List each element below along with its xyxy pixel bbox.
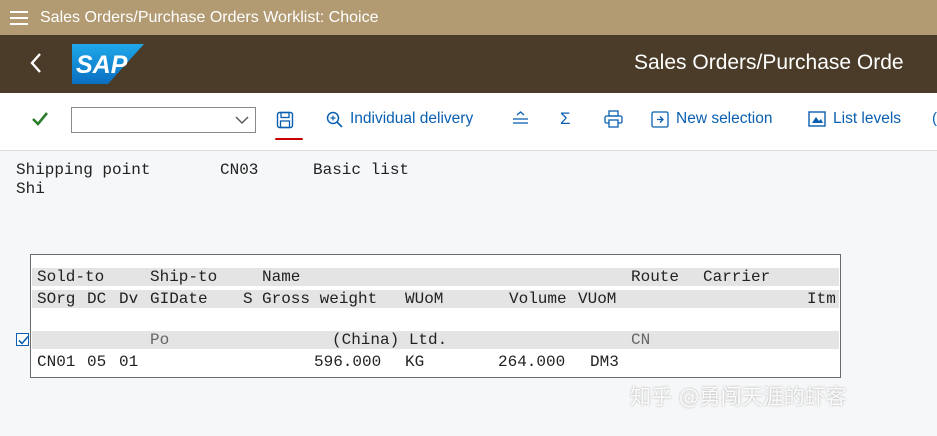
shipping-point-label: Shipping point bbox=[16, 161, 151, 179]
col-status: S bbox=[243, 290, 253, 308]
application-toolbar: Individual delivery Σ New selection List… bbox=[0, 93, 937, 151]
menu-icon[interactable] bbox=[10, 10, 28, 25]
col-sold-to: Sold-to bbox=[37, 268, 105, 286]
col-ship-to: Ship-to bbox=[150, 268, 218, 286]
save-highlight-underline bbox=[275, 138, 303, 140]
align-icon bbox=[513, 111, 528, 124]
watermark: 知乎 @勇闯天涯的虾客 bbox=[630, 385, 847, 409]
window-title-bar: Sales Orders/Purchase Orders Worklist: C… bbox=[0, 0, 937, 35]
col-carrier: Carrier bbox=[703, 268, 771, 286]
magnifier-icon bbox=[326, 111, 343, 128]
col-dc: DC bbox=[87, 290, 107, 308]
row-volume: 264.000 bbox=[498, 353, 566, 371]
list-levels-icon bbox=[808, 111, 826, 127]
command-combo-box[interactable] bbox=[71, 107, 256, 133]
new-selection-button[interactable]: New selection bbox=[651, 110, 773, 128]
col-name: Name bbox=[262, 268, 301, 286]
list-levels-button[interactable]: List levels bbox=[808, 110, 901, 128]
row-dv: 01 bbox=[119, 353, 139, 371]
col-sorg: SOrg bbox=[37, 290, 76, 308]
row-select-checkbox[interactable] bbox=[16, 333, 29, 346]
row-wuom: KG bbox=[405, 353, 425, 371]
chevron-left-icon bbox=[30, 53, 41, 73]
col-gidate: GIDate bbox=[150, 290, 208, 308]
list-type-label: Basic list bbox=[313, 161, 410, 179]
row-name: (China) Ltd. bbox=[332, 331, 448, 349]
col-route: Route bbox=[631, 268, 680, 286]
col-wuom: WUoM bbox=[405, 290, 444, 308]
col-itm: Itm bbox=[807, 290, 836, 308]
col-vuom: VUoM bbox=[578, 290, 617, 308]
col-volume: Volume bbox=[509, 290, 567, 308]
result-list: Sold-to Ship-to Name Route Carrier SOrg … bbox=[30, 254, 841, 378]
sum-icon: Σ bbox=[560, 109, 571, 128]
row-vuom: DM3 bbox=[590, 353, 619, 371]
save-icon bbox=[276, 111, 294, 129]
back-button[interactable] bbox=[30, 52, 42, 74]
header-row2-fragment: Shi bbox=[16, 180, 45, 194]
row-route: CN bbox=[631, 331, 651, 349]
checkbox-check-icon bbox=[18, 335, 29, 345]
new-selection-label: New selection bbox=[676, 110, 773, 127]
shipping-point-value: CN03 bbox=[220, 161, 259, 179]
column-header-row-2: SOrg DC Dv GIDate S Gross weight WUoM Vo… bbox=[32, 290, 839, 308]
execute-button[interactable] bbox=[31, 111, 49, 132]
more-button-edge[interactable]: ( bbox=[932, 110, 937, 127]
list-levels-label: List levels bbox=[833, 110, 902, 127]
row-sorg: CN01 bbox=[37, 353, 76, 371]
printer-icon bbox=[604, 110, 623, 128]
shell-header: SAP Sales Orders/Purchase Orde bbox=[0, 35, 937, 93]
individual-delivery-button[interactable]: Individual delivery bbox=[326, 110, 473, 128]
new-selection-icon bbox=[651, 110, 669, 128]
col-gross-weight: Gross weight bbox=[262, 290, 378, 308]
save-button[interactable] bbox=[276, 111, 294, 134]
sum-button[interactable]: Σ bbox=[560, 109, 571, 129]
svg-text:SAP: SAP bbox=[76, 51, 128, 79]
individual-delivery-label: Individual delivery bbox=[350, 110, 474, 127]
window-title: Sales Orders/Purchase Orders Worklist: C… bbox=[40, 8, 379, 26]
table-row[interactable]: Po (China) Ltd. CN bbox=[32, 331, 839, 349]
column-header-row-1: Sold-to Ship-to Name Route Carrier bbox=[32, 268, 839, 286]
checkmark-icon bbox=[32, 112, 49, 126]
row-ship-to: Po bbox=[150, 331, 170, 349]
col-dv: Dv bbox=[119, 290, 139, 308]
row-gross-weight: 596.000 bbox=[314, 353, 382, 371]
chevron-down-icon bbox=[235, 116, 249, 124]
print-button[interactable] bbox=[604, 110, 623, 133]
row-dc: 05 bbox=[87, 353, 107, 371]
sap-logo: SAP bbox=[72, 44, 144, 89]
page-title: Sales Orders/Purchase Orde bbox=[634, 51, 904, 74]
align-button[interactable] bbox=[512, 111, 529, 130]
table-row[interactable]: CN01 05 01 596.000 KG 264.000 DM3 bbox=[32, 353, 839, 371]
